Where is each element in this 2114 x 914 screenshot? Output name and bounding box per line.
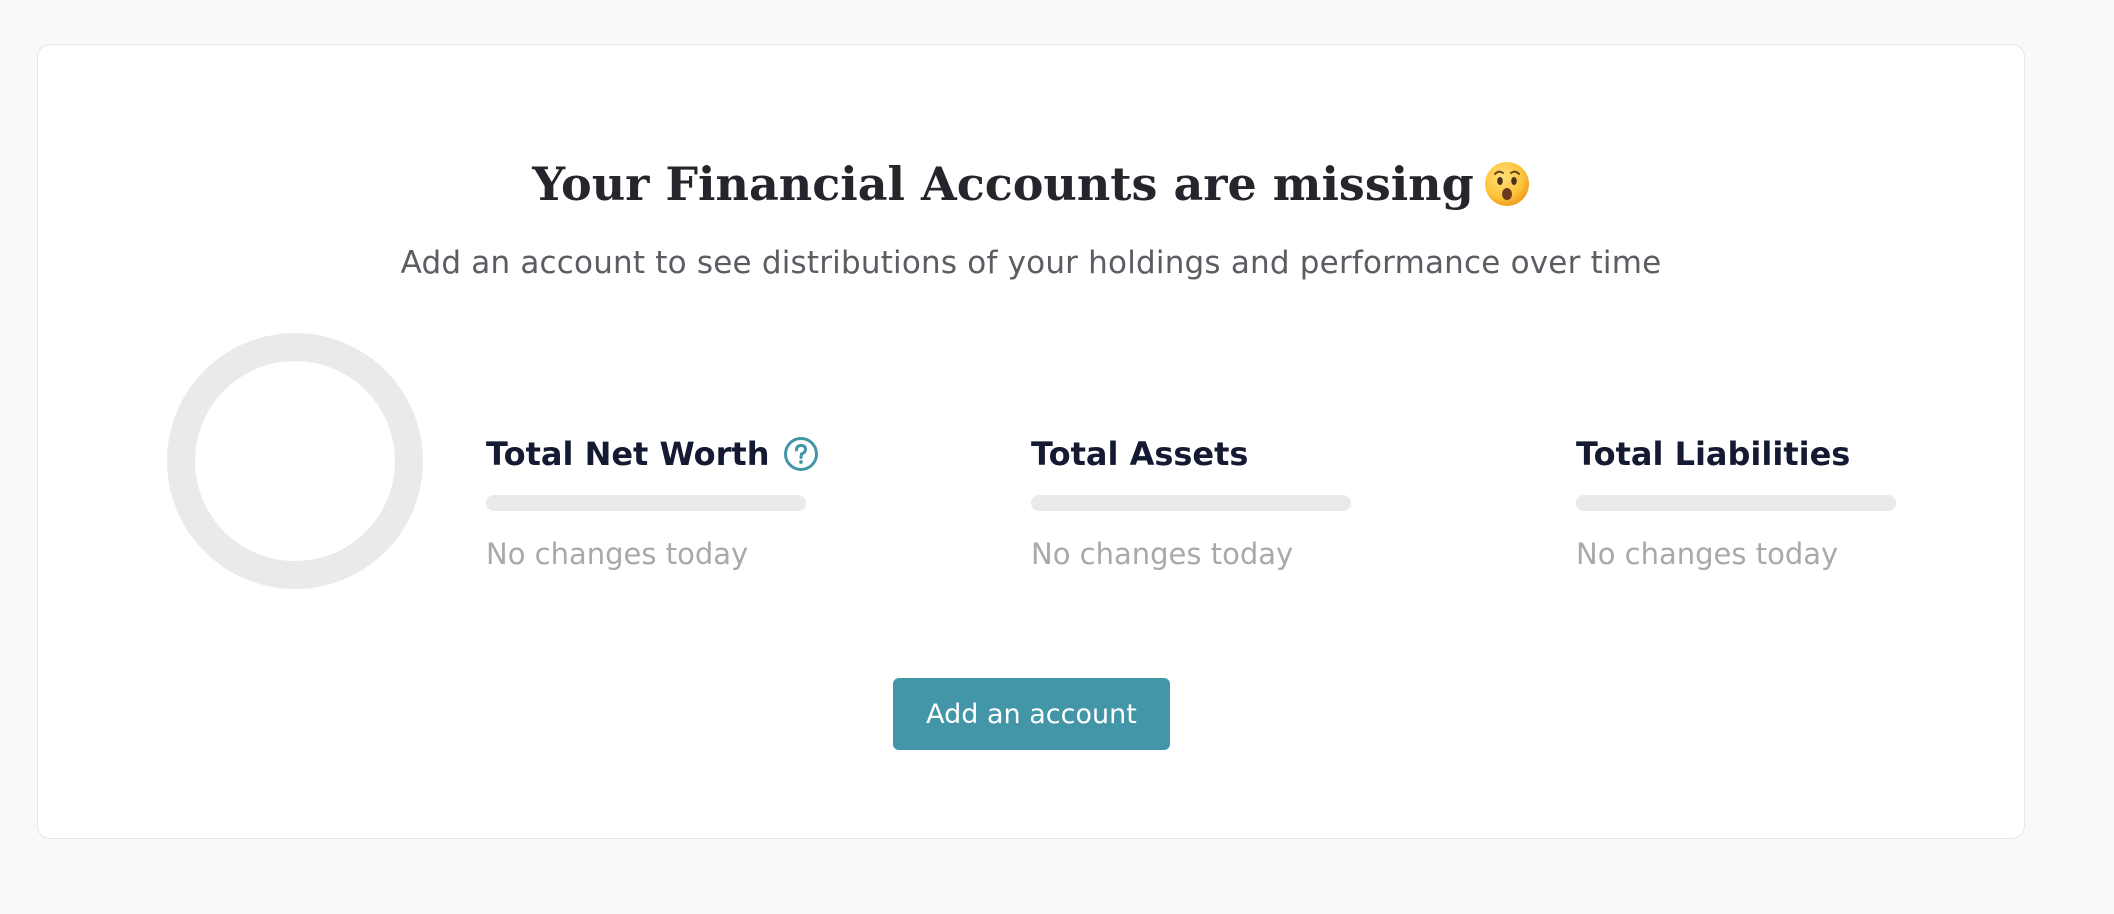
stat-change-text: No changes today [1031, 537, 1294, 571]
stat-label: Total Net Worth [486, 435, 770, 473]
stat-label: Total Assets [1031, 435, 1249, 473]
stat-title-row: Total Net Worth [486, 431, 819, 477]
add-account-button[interactable]: Add an account [893, 678, 1170, 750]
empty-accounts-card: Your Financial Accounts are missing Add … [37, 44, 2025, 839]
stat-total-liabilities: Total Liabilities No changes today [1576, 431, 1896, 571]
stat-label: Total Liabilities [1576, 435, 1851, 473]
title-row: Your Financial Accounts are missing [38, 157, 2024, 219]
stat-title-row: Total Assets [1031, 431, 1351, 477]
stat-loading-bar [486, 495, 806, 511]
stat-change-text: No changes today [486, 537, 749, 571]
hushed-face-emoji-icon [1484, 161, 1530, 207]
question-circle-icon[interactable] [783, 436, 819, 472]
empty-donut-chart [167, 333, 423, 589]
stat-change-text: No changes today [1576, 537, 1839, 571]
stat-total-assets: Total Assets No changes today [1031, 431, 1351, 571]
stat-loading-bar [1031, 495, 1351, 511]
stat-loading-bar [1576, 495, 1896, 511]
stat-title-row: Total Liabilities [1576, 431, 1896, 477]
page-subtitle: Add an account to see distributions of y… [400, 245, 1662, 281]
page-title: Your Financial Accounts are missing [532, 157, 1474, 211]
stat-total-net-worth: Total Net Worth No changes today [486, 431, 819, 571]
